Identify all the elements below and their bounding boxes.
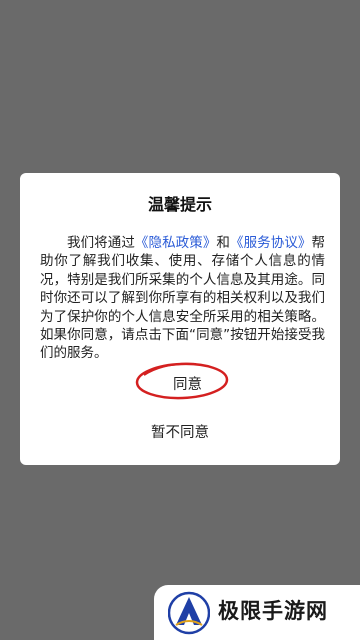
agree-button-area: 同意 [135,362,235,405]
triangle-logo-icon [168,591,210,635]
dialog-title: 温馨提示 [147,195,212,214]
watermark-text: 极限手游网 [218,599,328,623]
body-text-main: 帮助你了解我们收集、使用、存储个人信息的情况，特别是我们所采集的个人信息及其用途… [40,235,326,362]
body-text-and: 和 [216,235,231,251]
site-watermark: 极限手游网 [154,585,360,640]
privacy-policy-link[interactable]: 《隐私政策》 [135,235,217,251]
service-agreement-link[interactable]: 《服务协议》 [230,235,312,251]
consent-dialog: 温馨提示 我们将通过《隐私政策》和《服务协议》帮助你了解我们收集、使用、存储个人… [20,173,340,465]
dialog-body: 我们将通过《隐私政策》和《服务协议》帮助你了解我们收集、使用、存储个人信息的情况… [40,234,325,363]
body-text-intro: 我们将通过 [67,235,135,251]
disagree-button[interactable]: 暂不同意 [130,418,230,448]
agree-button[interactable]: 同意 [140,365,235,405]
